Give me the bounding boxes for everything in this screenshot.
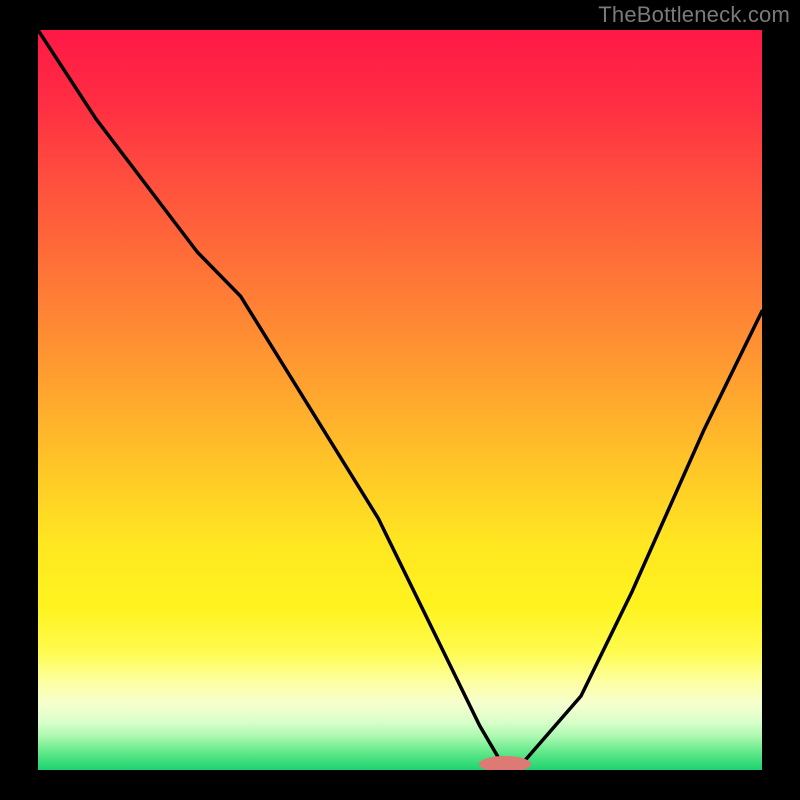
watermark-text: TheBottleneck.com <box>598 2 790 28</box>
bottleneck-chart <box>38 30 762 770</box>
gradient-background <box>38 30 762 770</box>
chart-frame: TheBottleneck.com <box>0 0 800 800</box>
